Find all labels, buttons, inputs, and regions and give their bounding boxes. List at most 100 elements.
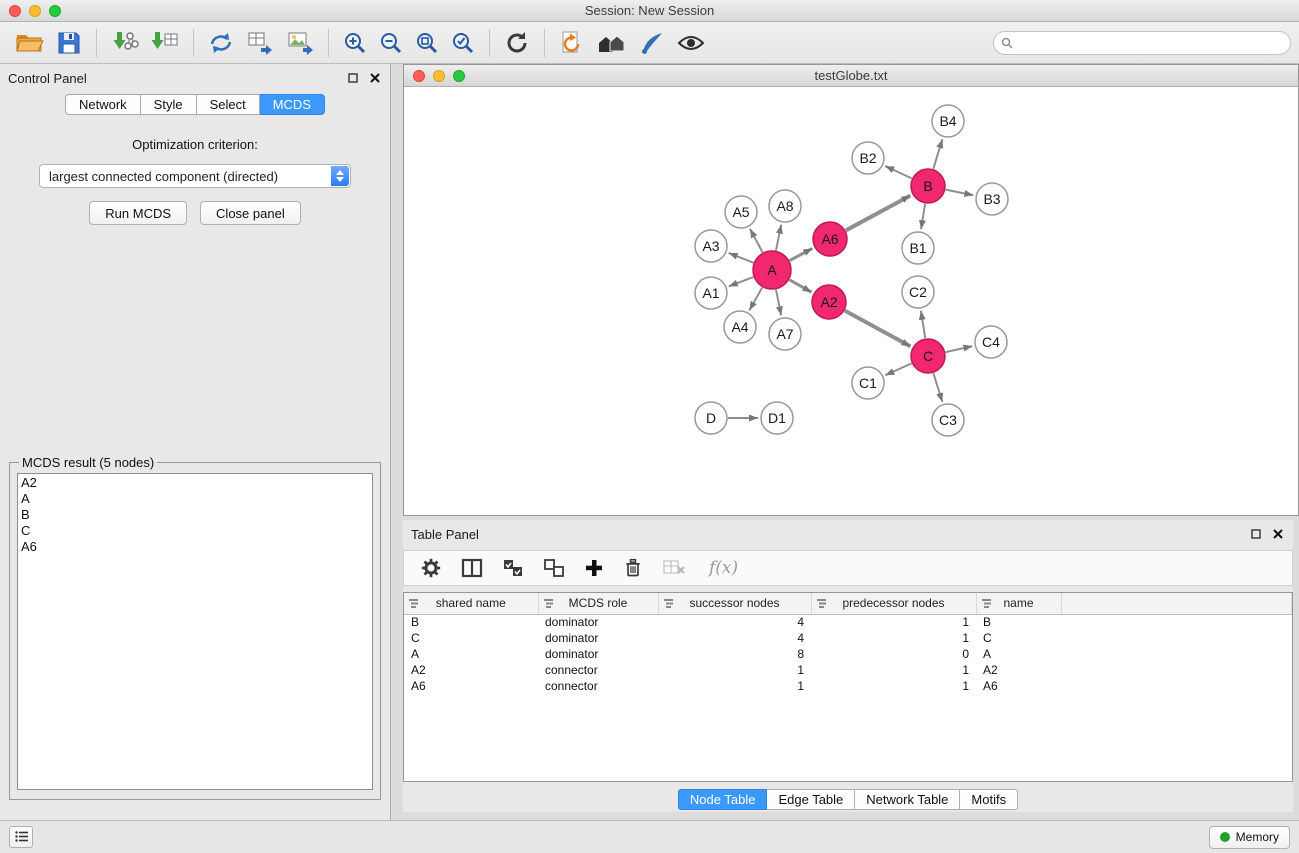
tab-style[interactable]: Style [141, 94, 197, 115]
close-network-window-button[interactable] [413, 70, 425, 82]
edge-B-B2[interactable] [885, 166, 911, 178]
table-cell[interactable]: connector [538, 678, 658, 694]
import-table-button[interactable] [145, 28, 185, 58]
column-header-mcds-role[interactable]: MCDS role [538, 593, 658, 614]
mcds-result-item[interactable]: A6 [21, 539, 369, 555]
edge-C-C2[interactable] [921, 311, 925, 338]
deselect-all-button[interactable] [537, 556, 571, 580]
tab-select[interactable]: Select [197, 94, 260, 115]
mcds-result-item[interactable]: A2 [21, 475, 369, 491]
tab-network[interactable]: Network [65, 94, 141, 115]
zoom-window-button[interactable] [49, 5, 61, 17]
zoom-out-button[interactable] [373, 29, 409, 57]
edge-A-A6[interactable] [790, 248, 813, 260]
network-canvas[interactable]: B4B2BB3A5A8A6B1A3AC2A1A2A4A7C4CC1C3DD1 [404, 87, 1296, 515]
add-column-button[interactable] [578, 556, 610, 580]
select-all-button[interactable] [496, 556, 530, 580]
edge-C-C3[interactable] [933, 373, 942, 402]
table-cell[interactable]: A6 [976, 678, 1061, 694]
close-panel-x-button[interactable] [368, 71, 382, 85]
minimize-window-button[interactable] [29, 5, 41, 17]
import-network-button[interactable] [105, 28, 145, 58]
refresh-layout-button[interactable] [498, 28, 536, 58]
table-row[interactable]: A6connector11A6 [404, 678, 1292, 694]
table-settings-button[interactable] [414, 555, 448, 581]
zoom-fit-button[interactable] [409, 29, 445, 57]
memory-button[interactable]: Memory [1209, 826, 1290, 849]
column-header-successor-nodes[interactable]: successor nodes [658, 593, 811, 614]
table-cell[interactable]: A [404, 646, 538, 662]
show-columns-button[interactable] [455, 556, 489, 580]
zoom-selected-button[interactable] [445, 29, 481, 57]
close-window-button[interactable] [9, 5, 21, 17]
close-panel-button[interactable]: Close panel [200, 201, 301, 225]
style-brush-button[interactable] [633, 28, 671, 58]
save-session-button[interactable] [50, 28, 88, 58]
table-cell[interactable]: B [976, 614, 1061, 630]
table-cell[interactable]: 1 [811, 614, 976, 630]
edge-A-A5[interactable] [750, 229, 763, 253]
mcds-result-item[interactable]: A [21, 491, 369, 507]
table-cell[interactable]: A6 [404, 678, 538, 694]
table-row[interactable]: Cdominator41C [404, 630, 1292, 646]
table-cell[interactable]: C [404, 630, 538, 646]
run-mcds-button[interactable]: Run MCDS [89, 201, 187, 225]
edge-A-A8[interactable] [776, 225, 781, 251]
edge-C-C1[interactable] [885, 363, 911, 375]
table-cell[interactable]: 1 [658, 678, 811, 694]
minimize-network-window-button[interactable] [433, 70, 445, 82]
edge-A2-C[interactable] [845, 311, 911, 347]
column-header-shared-name[interactable]: shared name [404, 593, 538, 614]
table-cell[interactable]: A2 [404, 662, 538, 678]
edge-A-A2[interactable] [789, 280, 811, 292]
show-hide-button[interactable] [671, 32, 711, 54]
network-from-table-button[interactable] [240, 28, 280, 58]
mcds-result-item[interactable]: C [21, 523, 369, 539]
zoom-in-button[interactable] [337, 29, 373, 57]
table-cell[interactable]: dominator [538, 646, 658, 662]
table-cell[interactable]: connector [538, 662, 658, 678]
column-header-name[interactable]: name [976, 593, 1061, 614]
float-panel-button[interactable] [346, 71, 360, 85]
search-input[interactable] [993, 31, 1291, 55]
mcds-result-list[interactable]: A2ABCA6 [17, 473, 373, 790]
table-cell[interactable]: dominator [538, 630, 658, 646]
table-cell[interactable]: A [976, 646, 1061, 662]
tab-edge-table[interactable]: Edge Table [767, 789, 855, 810]
table-cell[interactable]: 1 [811, 662, 976, 678]
edge-A-A4[interactable] [749, 287, 762, 310]
function-builder-button[interactable]: f(x) [699, 556, 748, 580]
table-cell[interactable]: A2 [976, 662, 1061, 678]
show-panels-button[interactable] [9, 826, 33, 848]
edge-C-C4[interactable] [946, 346, 973, 352]
edge-A-A3[interactable] [729, 253, 754, 263]
table-cell[interactable]: C [976, 630, 1061, 646]
table-row[interactable]: Adominator80A [404, 646, 1292, 662]
table-cell[interactable]: 1 [811, 630, 976, 646]
float-table-panel-button[interactable] [1249, 527, 1263, 541]
tab-motifs[interactable]: Motifs [960, 789, 1018, 810]
tab-network-table[interactable]: Network Table [855, 789, 960, 810]
home-view-button[interactable] [591, 29, 633, 57]
edge-A-A1[interactable] [729, 277, 754, 286]
export-image-button[interactable] [280, 28, 320, 58]
table-row[interactable]: Bdominator41B [404, 614, 1292, 630]
table-cell[interactable]: B [404, 614, 538, 630]
edge-A-A7[interactable] [776, 290, 781, 316]
zoom-network-window-button[interactable] [453, 70, 465, 82]
tab-mcds[interactable]: MCDS [260, 94, 325, 115]
table-cell[interactable]: 0 [811, 646, 976, 662]
table-cell[interactable]: 4 [658, 614, 811, 630]
delete-column-button[interactable] [617, 555, 649, 581]
edge-B-B4[interactable] [933, 139, 942, 169]
open-file-button[interactable] [8, 28, 50, 58]
column-header-predecessor-nodes[interactable]: predecessor nodes [811, 593, 976, 614]
document-report-button[interactable] [553, 28, 591, 58]
table-cell[interactable]: 1 [811, 678, 976, 694]
edge-B-B3[interactable] [946, 190, 974, 196]
table-cell[interactable]: dominator [538, 614, 658, 630]
tab-node-table[interactable]: Node Table [678, 789, 768, 810]
delete-table-button[interactable] [656, 557, 692, 579]
table-row[interactable]: A2connector11A2 [404, 662, 1292, 678]
edge-B-B1[interactable] [921, 204, 925, 229]
